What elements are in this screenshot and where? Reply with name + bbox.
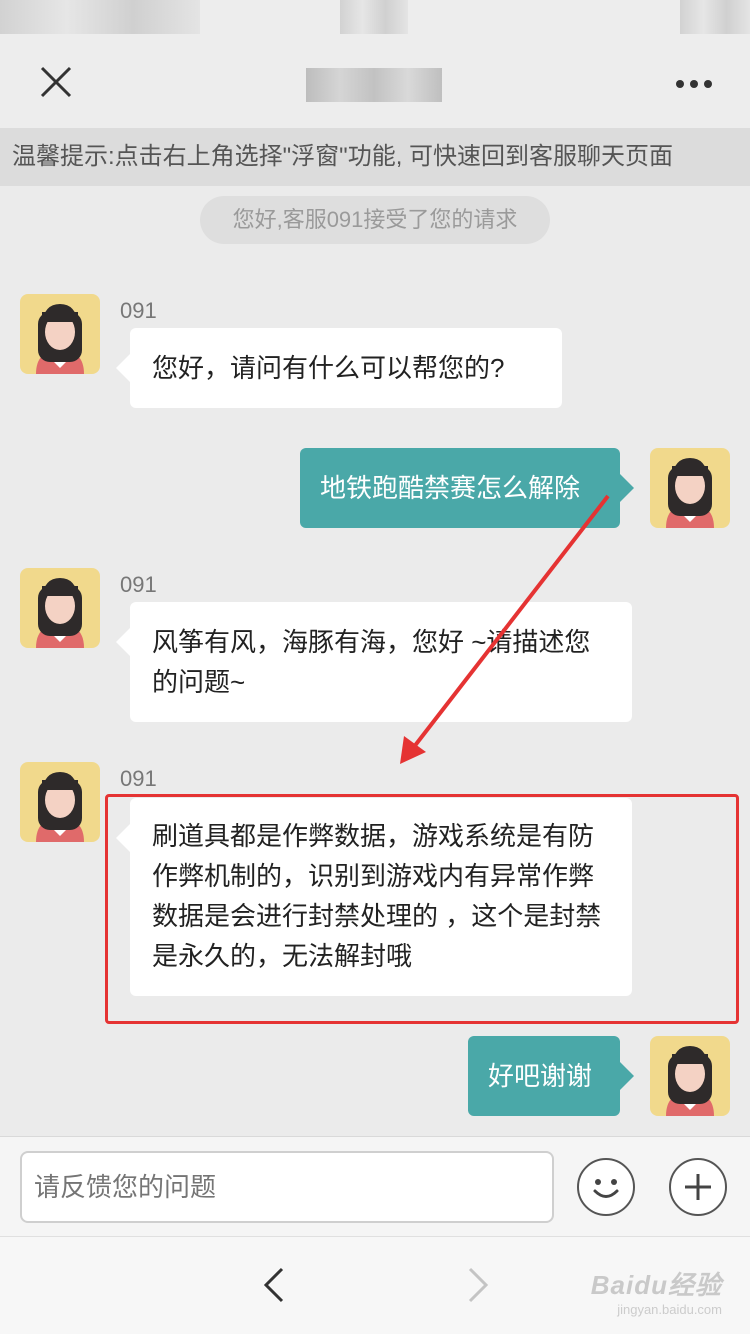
user-message-bubble: 地铁跑酷禁赛怎么解除 <box>300 448 634 528</box>
add-button[interactable] <box>669 1158 727 1216</box>
emoji-button[interactable] <box>577 1158 635 1216</box>
agent-message-bubble: 风筝有风，海豚有海，您好 ~请描述您的问题~ <box>116 602 632 722</box>
message-text: 地铁跑酷禁赛怎么解除 <box>320 473 581 503</box>
more-icon <box>676 80 712 88</box>
agent-name: 091 <box>120 298 157 323</box>
agent-message-bubble: 您好，请问有什么可以帮您的? <box>116 328 562 408</box>
agent-avatar[interactable] <box>20 762 100 842</box>
girl-avatar-icon <box>36 578 84 648</box>
forward-button[interactable] <box>460 1265 494 1305</box>
status-bar-blur-right <box>680 0 750 34</box>
status-bar <box>0 0 750 40</box>
watermark-logo: Baidu经验 <box>590 1270 722 1300</box>
agent-name: 091 <box>120 766 157 791</box>
agent-avatar[interactable] <box>20 294 100 374</box>
tip-bar: 温馨提示:点击右上角选择"浮窗"功能, 可快速回到客服聊天页面 <box>0 128 750 186</box>
system-notice: 您好,客服091接受了您的请求 <box>200 196 550 244</box>
back-button[interactable] <box>258 1265 292 1305</box>
user-avatar[interactable] <box>650 448 730 528</box>
girl-avatar-icon <box>666 458 714 528</box>
status-bar-blur-left <box>0 0 200 34</box>
close-button[interactable] <box>30 62 82 106</box>
more-button[interactable] <box>666 66 722 102</box>
annotation-highlight-box <box>105 794 739 1024</box>
input-bar <box>0 1136 750 1236</box>
feedback-input[interactable] <box>20 1151 554 1223</box>
agent-name: 091 <box>120 572 157 597</box>
status-bar-blur-center <box>340 0 408 34</box>
message-text: 好吧谢谢 <box>488 1061 593 1091</box>
page-title-blurred <box>306 68 442 102</box>
girl-avatar-icon <box>36 304 84 374</box>
message-text: 您好，请问有什么可以帮您的? <box>152 353 505 383</box>
plus-icon <box>685 1174 711 1200</box>
close-icon <box>40 66 72 98</box>
girl-avatar-icon <box>36 772 84 842</box>
agent-avatar[interactable] <box>20 568 100 648</box>
girl-avatar-icon <box>666 1046 714 1116</box>
browser-bottom-bar: Baidu经验 jingyan.baidu.com <box>0 1236 750 1334</box>
baidu-watermark: Baidu经验 jingyan.baidu.com <box>591 1265 722 1317</box>
message-text: 风筝有风，海豚有海，您好 ~请描述您的问题~ <box>152 627 591 697</box>
watermark-url: jingyan.baidu.com <box>617 1302 722 1317</box>
smile-icon <box>593 1179 619 1198</box>
user-message-bubble: 好吧谢谢 <box>468 1036 634 1116</box>
chevron-left-icon <box>263 1267 284 1303</box>
chevron-right-icon <box>468 1267 489 1303</box>
user-avatar[interactable] <box>650 1036 730 1116</box>
navigation-bar <box>0 40 750 128</box>
